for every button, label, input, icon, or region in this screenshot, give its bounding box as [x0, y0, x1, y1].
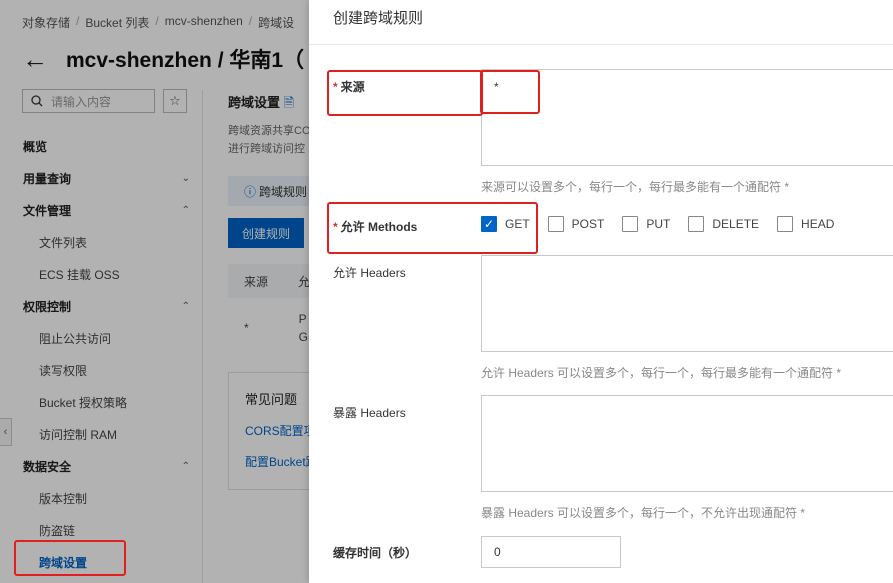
- origin-hint: 来源可以设置多个，每行一个，每行最多能有一个通配符 *: [481, 180, 790, 194]
- method-put-checkbox[interactable]: PUT: [622, 216, 670, 232]
- origin-label: * 来源: [333, 80, 365, 94]
- allow-headers-hint: 允许 Headers 可以设置多个，每行一个，每行最多能有一个通配符 *: [481, 366, 842, 380]
- allow-headers-textarea[interactable]: [481, 255, 893, 352]
- methods-label: * 允许 Methods: [333, 220, 418, 234]
- method-head-checkbox[interactable]: HEAD: [777, 216, 834, 232]
- drawer-divider: [309, 44, 893, 45]
- expose-headers-hint: 暴露 Headers 可以设置多个，每行一个，不允许出现通配符 *: [481, 506, 806, 520]
- origin-textarea[interactable]: [481, 69, 893, 166]
- expose-headers-label: 暴露 Headers: [333, 406, 406, 420]
- cache-time-label: 缓存时间（秒）: [333, 546, 418, 560]
- method-post-checkbox[interactable]: POST: [547, 216, 604, 232]
- methods-checkbox-group: ✓ GET POST PUT DELETE HEAD: [481, 216, 852, 232]
- create-cors-rule-drawer: 创建跨域规则 *来源 来源可以设置多个，每行一个，每行最多能有一个通配符 * *…: [309, 0, 893, 583]
- drawer-title: 创建跨域规则: [333, 10, 424, 27]
- cache-time-input[interactable]: 0: [481, 536, 621, 568]
- allow-headers-label: 允许 Headers: [333, 266, 406, 280]
- method-get-checkbox[interactable]: ✓ GET: [481, 216, 530, 232]
- modal-overlay[interactable]: [0, 0, 309, 583]
- method-delete-checkbox[interactable]: DELETE: [688, 216, 759, 232]
- checkmark-icon: ✓: [481, 216, 497, 232]
- expose-headers-textarea[interactable]: [481, 395, 893, 492]
